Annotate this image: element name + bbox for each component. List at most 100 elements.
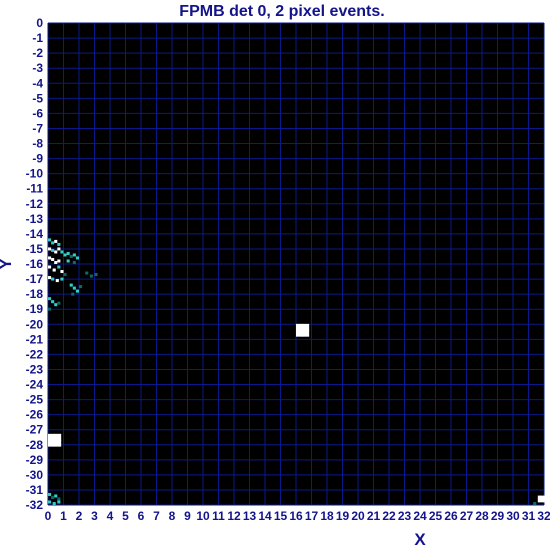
event-cell [296,323,303,331]
event-cell [94,273,98,277]
y-tick-label: -2 [32,46,43,60]
event-cell [60,270,64,274]
event-cell [48,492,52,496]
event-cell [54,439,62,447]
event-cell [72,286,76,290]
event-cell [57,497,61,501]
x-tick-label: 28 [475,509,489,523]
event-cell [48,307,52,311]
x-tick-labels: 0 1 2 3 4 5 6 7 8 9 10 11 12 13 14 15 16 17 18 19 20 21 22 23 24… [45,509,550,523]
x-tick-label: 4 [107,509,114,523]
y-tick-label: -13 [26,212,44,226]
y-tick-label: -27 [26,423,44,437]
y-tick-label: -8 [32,137,43,151]
event-cell [69,254,73,258]
event-cell [302,329,310,337]
event-cell [48,256,52,260]
event-cell [48,265,52,269]
y-tick-label: -4 [32,76,43,90]
y-axis-label: Y [0,258,15,270]
y-tick-label: -1 [32,31,43,45]
y-tick-label: -29 [26,453,44,467]
x-tick-label: 29 [491,509,505,523]
x-tick-label: 6 [138,509,145,523]
event-cell [48,276,52,280]
y-tick-label: -30 [26,468,44,482]
event-cell [72,253,76,257]
y-tick-label: -24 [26,378,44,392]
y-tick-label: -11 [26,182,43,196]
event-cell [71,292,75,296]
y-tick-label: -15 [26,242,44,256]
y-tick-label: -5 [32,91,43,105]
x-tick-label: 24 [413,509,427,523]
x-tick-label: 19 [336,509,350,523]
event-cell [54,239,58,243]
event-cell [57,500,61,504]
y-tick-label: -21 [26,332,44,346]
event-cell [75,289,79,293]
event-cell [75,256,79,260]
event-cell [57,301,61,305]
event-cell [533,501,537,505]
event-cell [51,300,55,304]
x-tick-label: 8 [169,509,176,523]
event-cell [296,329,303,337]
event-cell [51,241,55,245]
event-cell [54,494,58,498]
event-cell [66,259,70,263]
x-tick-label: 26 [444,509,458,523]
y-tick-label: 0 [36,16,43,30]
x-tick-label: 0 [45,509,52,523]
event-cell [54,250,58,254]
x-tick-label: 27 [460,509,474,523]
x-tick-label: 22 [382,509,396,523]
x-tick-label: 9 [184,509,191,523]
event-cell [57,265,61,269]
y-tick-label: -10 [26,167,44,181]
y-tick-labels: 0-1-2-3-4-5-6-7 -8-9-10-11-12-13-14-15-16… [26,16,44,512]
x-tick-label: 1 [60,509,67,523]
x-tick-label: 20 [351,509,365,523]
event-cell [60,277,64,281]
event-cell [48,500,52,504]
event-cell [48,247,52,251]
y-tick-label: -18 [26,287,44,301]
event-cell [52,501,56,505]
event-cell [57,259,61,263]
y-tick-label: -25 [26,393,44,407]
y-tick-label: -7 [32,121,43,135]
x-tick-label: 18 [320,509,334,523]
y-tick-label: -26 [26,408,44,422]
event-cell [51,495,55,499]
event-cell [48,433,55,441]
event-cell [48,238,52,242]
x-tick-label: 15 [274,509,288,523]
event-cell [63,253,67,257]
event-cell [89,274,93,278]
y-tick-label: -16 [26,257,44,271]
x-tick-label: 7 [153,509,160,523]
x-tick-label: 12 [227,509,241,523]
event-cell [48,297,52,301]
x-axis-label: X [414,530,426,549]
event-cell [63,273,67,277]
event-cell [85,271,89,275]
x-tick-label: 10 [196,509,210,523]
x-tick-label: 14 [258,509,272,523]
y-tick-label: -20 [26,317,44,331]
event-cell [54,303,58,307]
event-cell [51,248,55,252]
event-cell [51,277,55,281]
event-cell [69,283,73,287]
event-cell [57,247,61,251]
x-tick-label: 2 [76,509,83,523]
event-cell [302,323,310,331]
y-tick-label: -19 [26,302,44,316]
event-cell [57,242,61,246]
x-tick-label: 32 [537,509,550,523]
event-cell [55,279,59,283]
x-tick-label: 11 [212,509,225,523]
y-tick-label: -3 [32,61,43,75]
y-tick-label: -12 [26,197,44,211]
